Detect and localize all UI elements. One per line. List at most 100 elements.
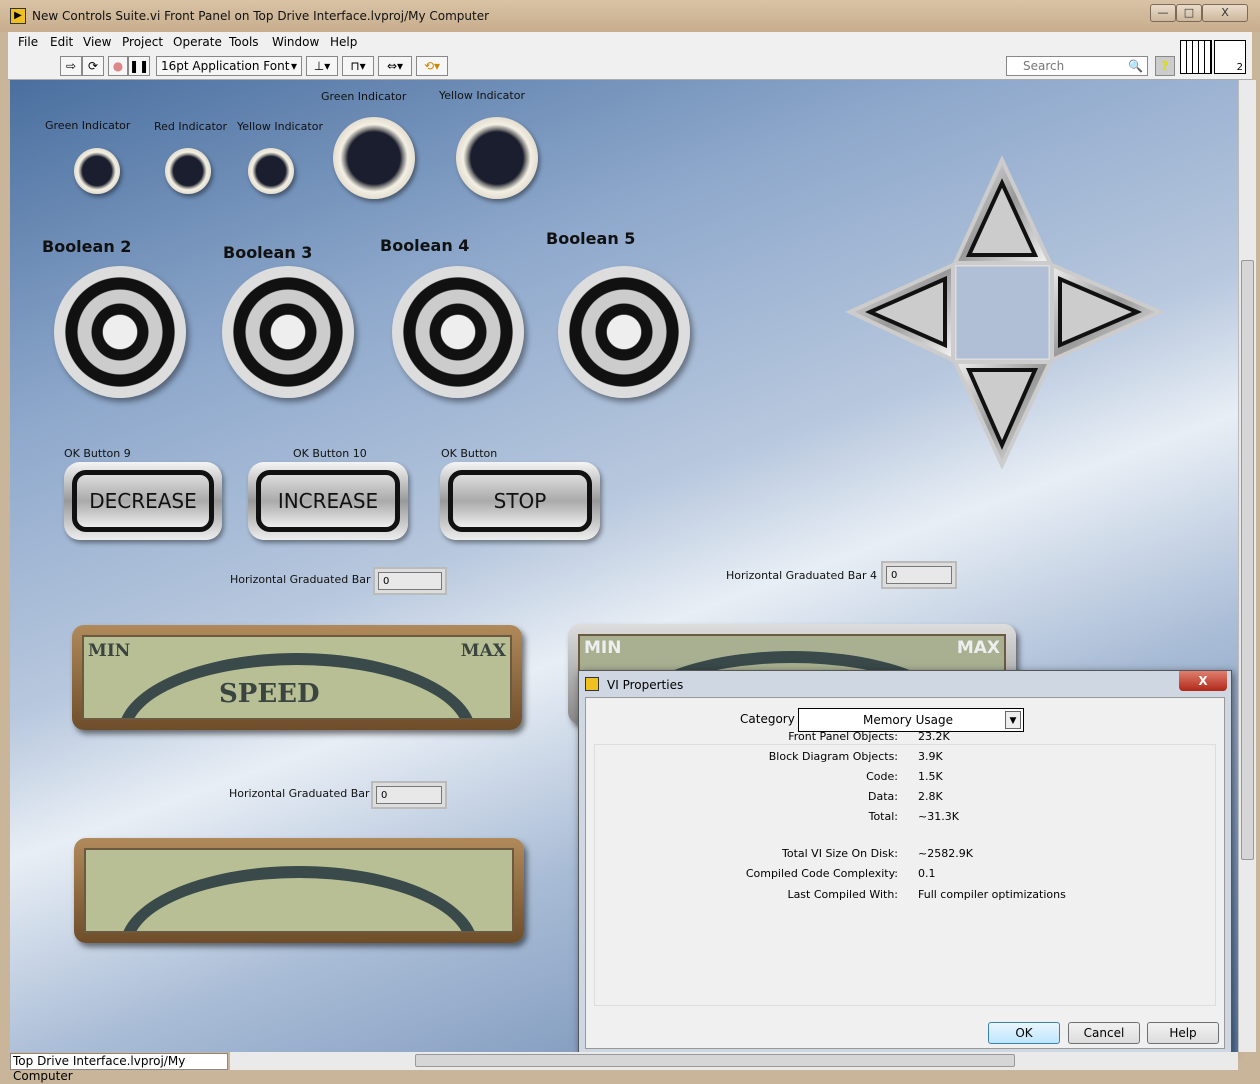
property-key: Data: — [868, 790, 898, 803]
property-value: 2.8K — [918, 790, 943, 803]
ok-button[interactable]: OK — [988, 1022, 1060, 1044]
run-arrow-icon[interactable]: ⇨ — [60, 56, 82, 76]
boolean-label: Boolean 2 — [42, 237, 132, 256]
labview-icon — [585, 677, 599, 691]
bar-value: 0 — [378, 572, 442, 590]
menu-edit[interactable]: Edit — [50, 35, 73, 49]
ok-button-label: OK Button 9 — [64, 447, 131, 460]
title-bar: ▶ New Controls Suite.vi Front Panel on T… — [0, 0, 1260, 32]
boolean-4-button[interactable] — [392, 266, 524, 398]
search-icon: 🔍 — [1128, 59, 1143, 73]
reorder-icon[interactable]: ⟲▾ — [416, 56, 448, 76]
menu-operate[interactable]: Operate — [173, 35, 222, 49]
horizontal-scrollbar[interactable] — [230, 1052, 1238, 1070]
search-placeholder: Search — [1023, 59, 1065, 73]
category-value: Memory Usage — [863, 713, 954, 727]
help-button[interactable]: Help — [1147, 1022, 1219, 1044]
chevron-down-icon[interactable]: ▼ — [1005, 711, 1021, 729]
resize-icon[interactable]: ⇔▾ — [378, 56, 412, 76]
search-input[interactable]: Search 🔍 — [1006, 56, 1148, 76]
property-value: 1.5K — [918, 770, 943, 783]
scroll-thumb[interactable] — [1241, 260, 1254, 860]
boolean-3-button[interactable] — [222, 266, 354, 398]
dialog-title: VI Properties — [607, 678, 684, 692]
menu-bar: File Edit View Project Operate Tools Win… — [8, 32, 1252, 52]
stop-button[interactable]: STOP — [440, 462, 600, 540]
indicator-label: Yellow Indicator — [439, 89, 525, 102]
gauge-max: MAX — [460, 641, 506, 661]
labview-icon: ▶ — [10, 8, 26, 24]
context-help-button[interactable]: ? — [1155, 56, 1175, 76]
close-button[interactable]: X — [1202, 4, 1248, 22]
property-key: Total: — [868, 810, 898, 823]
boolean-label: Boolean 5 — [546, 229, 636, 248]
run-continuously-icon[interactable]: ⟳ — [82, 56, 104, 76]
bar-value-display: 0 — [371, 781, 447, 809]
distribute-icon[interactable]: ⊓▾ — [342, 56, 374, 76]
property-key: Compiled Code Complexity: — [745, 867, 898, 880]
minimize-button[interactable]: — — [1150, 4, 1176, 22]
dpad-center — [953, 263, 1052, 362]
yellow-indicator-large-led — [456, 117, 538, 199]
connector-pane-icon[interactable] — [1180, 40, 1212, 74]
align-icon[interactable]: ⊥▾ — [306, 56, 338, 76]
indicator-label: Green Indicator — [45, 119, 131, 132]
green-indicator-large-led — [333, 117, 415, 199]
speed-gauge: MIN MAX SPEED — [72, 625, 522, 730]
property-key: Code: — [866, 770, 898, 783]
bar-value-display: 0 — [881, 561, 957, 589]
pause-icon[interactable]: ❚❚ — [128, 56, 150, 76]
vi-icon-number: 2 — [1236, 62, 1243, 73]
menu-project[interactable]: Project — [122, 35, 163, 49]
vi-properties-dialog: VI Properties X Category Memory Usage ▼ … — [578, 670, 1232, 1054]
red-indicator-led — [165, 148, 211, 194]
font-dropdown[interactable]: 16pt Application Font ▾ — [156, 56, 302, 76]
font-value: 16pt Application Font — [161, 59, 290, 73]
vi-icon[interactable]: 2 — [1214, 40, 1246, 74]
vertical-scrollbar[interactable] — [1238, 80, 1256, 1052]
ok-button-label: OK Button — [441, 447, 498, 460]
category-label: Category — [740, 712, 795, 726]
gauge-3 — [74, 838, 524, 943]
dialog-body: Category Memory Usage ▼ Front Panel Obje… — [585, 697, 1225, 1049]
category-dropdown[interactable]: Memory Usage ▼ — [798, 708, 1024, 732]
property-key: Block Diagram Objects: — [768, 750, 898, 763]
increase-button[interactable]: INCREASE — [248, 462, 408, 540]
increase-text: INCREASE — [256, 470, 400, 532]
boolean-2-button[interactable] — [54, 266, 186, 398]
bar-value-display: 0 — [373, 567, 447, 595]
gauge-min: MIN — [88, 641, 131, 661]
bar-value: 0 — [376, 786, 442, 804]
menu-view[interactable]: View — [83, 35, 111, 49]
stop-text: STOP — [448, 470, 592, 532]
property-key: Last Compiled With: — [787, 888, 898, 901]
property-value: Full compiler optimizations — [918, 888, 1066, 901]
boolean-label: Boolean 4 — [380, 236, 470, 255]
gauge-max: MAX — [956, 638, 1000, 658]
menu-tools[interactable]: Tools — [229, 35, 259, 49]
gauge-title: SPEED — [219, 679, 320, 709]
window-title: New Controls Suite.vi Front Panel on Top… — [32, 9, 490, 23]
menu-file[interactable]: File — [18, 35, 38, 49]
toolbar: ⇨ ⟳ ● ❚❚ 16pt Application Font ▾ ⊥▾ ⊓▾ ⇔▾… — [8, 40, 1252, 80]
decrease-button[interactable]: DECREASE — [64, 462, 222, 540]
bar-label: Horizontal Graduated Bar 4 — [726, 569, 878, 582]
property-value: ~31.3K — [918, 810, 959, 823]
menu-help[interactable]: Help — [330, 35, 357, 49]
property-value: 0.1 — [918, 867, 936, 880]
cancel-button[interactable]: Cancel — [1068, 1022, 1140, 1044]
property-key: Front Panel Objects: — [788, 730, 898, 743]
scroll-thumb[interactable] — [415, 1054, 1015, 1067]
decrease-text: DECREASE — [72, 470, 214, 532]
boolean-5-button[interactable] — [558, 266, 690, 398]
maximize-button[interactable]: □ — [1176, 4, 1202, 22]
green-indicator-led — [74, 148, 120, 194]
property-value: 3.9K — [918, 750, 943, 763]
property-key: Total VI Size On Disk: — [782, 847, 898, 860]
menu-window[interactable]: Window — [272, 35, 319, 49]
direction-pad — [845, 155, 1165, 470]
bar-value: 0 — [886, 566, 952, 584]
abort-icon[interactable]: ● — [108, 56, 128, 76]
boolean-label: Boolean 3 — [223, 243, 313, 262]
dialog-close-button[interactable]: X — [1179, 671, 1227, 691]
